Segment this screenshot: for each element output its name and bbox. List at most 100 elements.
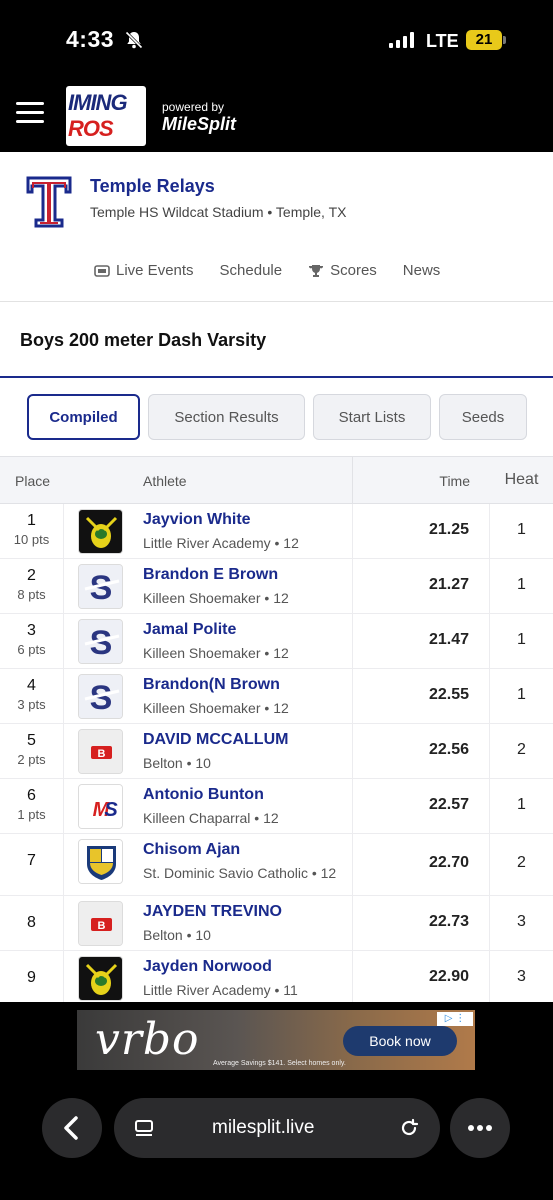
table-row[interactable]: 3 6 pts S Jamal Polite Killeen Shoemaker • 1…: [0, 614, 553, 669]
tab-seeds[interactable]: Seeds: [439, 394, 527, 440]
table-row[interactable]: 9 Jayden Norwood Little River Academy • 11…: [0, 951, 553, 1002]
url-text: milesplit.live: [212, 1117, 315, 1138]
tab-section-results[interactable]: Section Results: [148, 394, 305, 440]
svg-text:S: S: [104, 799, 118, 821]
more-dots-icon: [468, 1125, 492, 1131]
network-label: LTE: [426, 31, 459, 51]
time-value: 22.56: [428, 741, 469, 758]
athlete-team: Belton • 10: [143, 927, 211, 943]
status-bar: 4:33 LTE 21: [0, 0, 553, 80]
hornet-logo: [78, 509, 123, 554]
place-value: 9: [27, 969, 36, 986]
points-value: 10 pts: [13, 532, 50, 547]
time-value: 22.73: [428, 913, 469, 930]
table-body: 1 10 pts Jayvion White Little River Academy…: [0, 504, 553, 1002]
heat-value: 2: [517, 741, 526, 758]
app-header: IMING ROS powered by MileSplit: [0, 80, 553, 152]
athlete-team: Killeen Shoemaker • 12: [143, 590, 289, 606]
athlete-team: St. Dominic Savio Catholic • 12: [143, 865, 337, 881]
clock: 4:33: [66, 26, 115, 52]
book-now-button[interactable]: Book now: [343, 1026, 457, 1056]
athlete-team: Belton • 10: [143, 755, 211, 771]
milesplit-logo[interactable]: MileSplit: [162, 114, 236, 135]
place-value: 4: [27, 677, 36, 694]
athlete-name[interactable]: JAYDEN TREVINO: [143, 903, 282, 921]
points-value: 2 pts: [17, 752, 46, 767]
reload-icon[interactable]: [398, 1117, 420, 1139]
athlete-team: Killeen Chaparral • 12: [143, 810, 279, 826]
table-row[interactable]: 7 Chisom Ajan St. Dominic Savio Catholic •…: [0, 834, 553, 896]
meet-title[interactable]: Temple Relays: [90, 176, 215, 197]
ms-logo: MS: [78, 784, 123, 829]
athlete-name[interactable]: Chisom Ajan: [143, 841, 240, 859]
table-row[interactable]: 6 1 pts M S Antonio Bunton Killeen Chaparral …: [0, 779, 553, 834]
nav-news[interactable]: News: [403, 262, 441, 279]
ad-brand: vrbo: [95, 1014, 200, 1065]
s-logo: S: [78, 564, 123, 609]
chevron-left-icon: [64, 1116, 78, 1140]
adchoices-icon[interactable]: ▷ ⋮: [437, 1012, 473, 1026]
athlete-name[interactable]: Antonio Bunton: [143, 786, 264, 804]
athlete-name[interactable]: Jayden Norwood: [143, 958, 272, 976]
time-value: 22.90: [428, 968, 469, 985]
time-value: 21.27: [428, 576, 469, 593]
athlete-team: Little River Academy • 11: [143, 982, 298, 998]
athlete-name[interactable]: Jayvion White: [143, 511, 251, 529]
heat-value: 1: [517, 576, 526, 593]
meet-nav: Live Events Schedule Scores News: [94, 262, 440, 279]
meet-header: Temple Relays Temple HS Wildcat Stadium …: [0, 152, 553, 302]
temple-t-logo: [26, 176, 72, 228]
header-time: Time: [439, 473, 470, 489]
athlete-team: Little River Academy • 12: [143, 535, 299, 551]
athlete-name[interactable]: DAVID MCCALLUM: [143, 731, 288, 749]
points-value: 8 pts: [17, 587, 46, 602]
signal-icon: [389, 32, 414, 48]
b-logo: B: [78, 901, 123, 946]
back-button[interactable]: [42, 1098, 102, 1158]
svg-text:B: B: [98, 920, 106, 932]
more-button[interactable]: [450, 1098, 510, 1158]
place-value: 8: [27, 914, 36, 931]
table-row[interactable]: 4 3 pts S Brandon(N Brown Killeen Shoemaker …: [0, 669, 553, 724]
nav-live-events[interactable]: Live Events: [94, 262, 194, 279]
place-cell: 3 6 pts: [0, 614, 64, 668]
site-logo[interactable]: IMING ROS: [66, 86, 146, 146]
table-row[interactable]: 8 B JAYDEN TREVINO Belton • 10 22.73 3: [0, 896, 553, 951]
header-place: Place: [15, 473, 51, 489]
nav-scores[interactable]: Scores: [308, 262, 377, 279]
menu-icon[interactable]: [16, 102, 44, 124]
place-value: 2: [27, 567, 36, 584]
heat-value: 3: [517, 968, 526, 985]
athlete-name[interactable]: Brandon E Brown: [143, 566, 278, 584]
table-row[interactable]: 5 2 pts B DAVID MCCALLUM Belton • 10 22.56 2: [0, 724, 553, 779]
place-cell: 8: [0, 896, 64, 950]
nav-schedule[interactable]: Schedule: [220, 262, 283, 279]
tab-start-lists[interactable]: Start Lists: [313, 394, 431, 440]
place-value: 5: [27, 732, 36, 749]
place-value: 6: [27, 787, 36, 804]
browser-toolbar: milesplit.live: [0, 1080, 553, 1200]
place-cell: 2 8 pts: [0, 559, 64, 613]
athlete-team: Killeen Shoemaker • 12: [143, 645, 289, 661]
athlete-name[interactable]: Brandon(N Brown: [143, 676, 280, 694]
page-content: Temple Relays Temple HS Wildcat Stadium …: [0, 152, 553, 1002]
battery-icon: 21: [466, 30, 502, 50]
tab-compiled[interactable]: Compiled: [27, 394, 140, 440]
place-cell: 1 10 pts: [0, 504, 64, 558]
place-value: 3: [27, 622, 36, 639]
powered-by-label: powered by: [162, 100, 225, 114]
address-bar[interactable]: milesplit.live: [114, 1098, 440, 1158]
place-value: 1: [27, 512, 36, 529]
time-value: 21.25: [428, 521, 469, 538]
heat-value: 1: [517, 686, 526, 703]
athlete-name[interactable]: Jamal Polite: [143, 621, 236, 639]
table-row[interactable]: 2 8 pts S Brandon E Brown Killeen Shoemaker …: [0, 559, 553, 614]
table-row[interactable]: 1 10 pts Jayvion White Little River Academy…: [0, 504, 553, 559]
live-icon: [94, 264, 110, 277]
ad-banner[interactable]: vrbo ▷ ⋮ Book now Average Savings $141. …: [77, 1010, 475, 1070]
heat-value: 1: [517, 631, 526, 648]
page-menu-icon[interactable]: [134, 1119, 156, 1137]
s-logo: S: [78, 674, 123, 719]
time-value: 21.47: [428, 631, 469, 648]
trophy-icon: [309, 264, 324, 277]
